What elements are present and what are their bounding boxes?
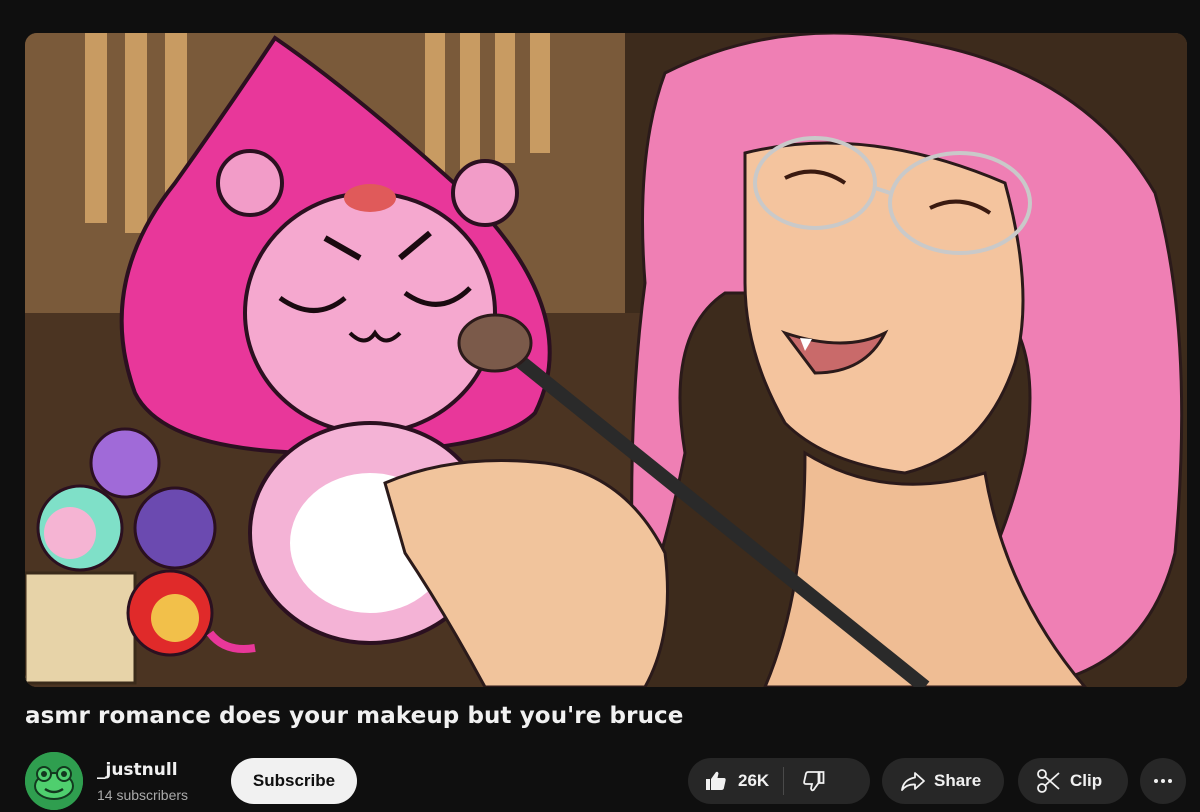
share-label: Share: [934, 771, 982, 790]
frog-avatar-icon: [25, 752, 83, 810]
more-horizontal-icon: [1154, 779, 1172, 783]
clip-label: Clip: [1070, 771, 1103, 790]
video-title: asmr romance does your makeup but you're…: [25, 703, 684, 729]
video-thumbnail-illustration: [25, 33, 1187, 687]
more-actions-button[interactable]: [1140, 758, 1186, 804]
like-dislike-group: 26K: [688, 758, 870, 804]
like-count: 26K: [738, 771, 770, 790]
thumbs-up-icon: [706, 771, 726, 790]
share-button[interactable]: Share: [882, 758, 1004, 804]
thumbs-down-icon: [803, 771, 825, 792]
subscriber-count: 14 subscribers: [97, 787, 189, 803]
dislike-button[interactable]: [784, 758, 844, 804]
like-button[interactable]: 26K: [688, 758, 783, 804]
channel-name[interactable]: _justnull: [97, 760, 178, 780]
share-icon: [901, 772, 925, 791]
clip-button[interactable]: Clip: [1018, 758, 1128, 804]
video-player[interactable]: [25, 33, 1187, 687]
subscribe-button[interactable]: Subscribe: [231, 758, 357, 804]
youtube-watch-page: asmr romance does your makeup but you're…: [0, 0, 1200, 812]
scissors-icon: [1037, 769, 1060, 793]
channel-avatar[interactable]: [25, 752, 83, 810]
